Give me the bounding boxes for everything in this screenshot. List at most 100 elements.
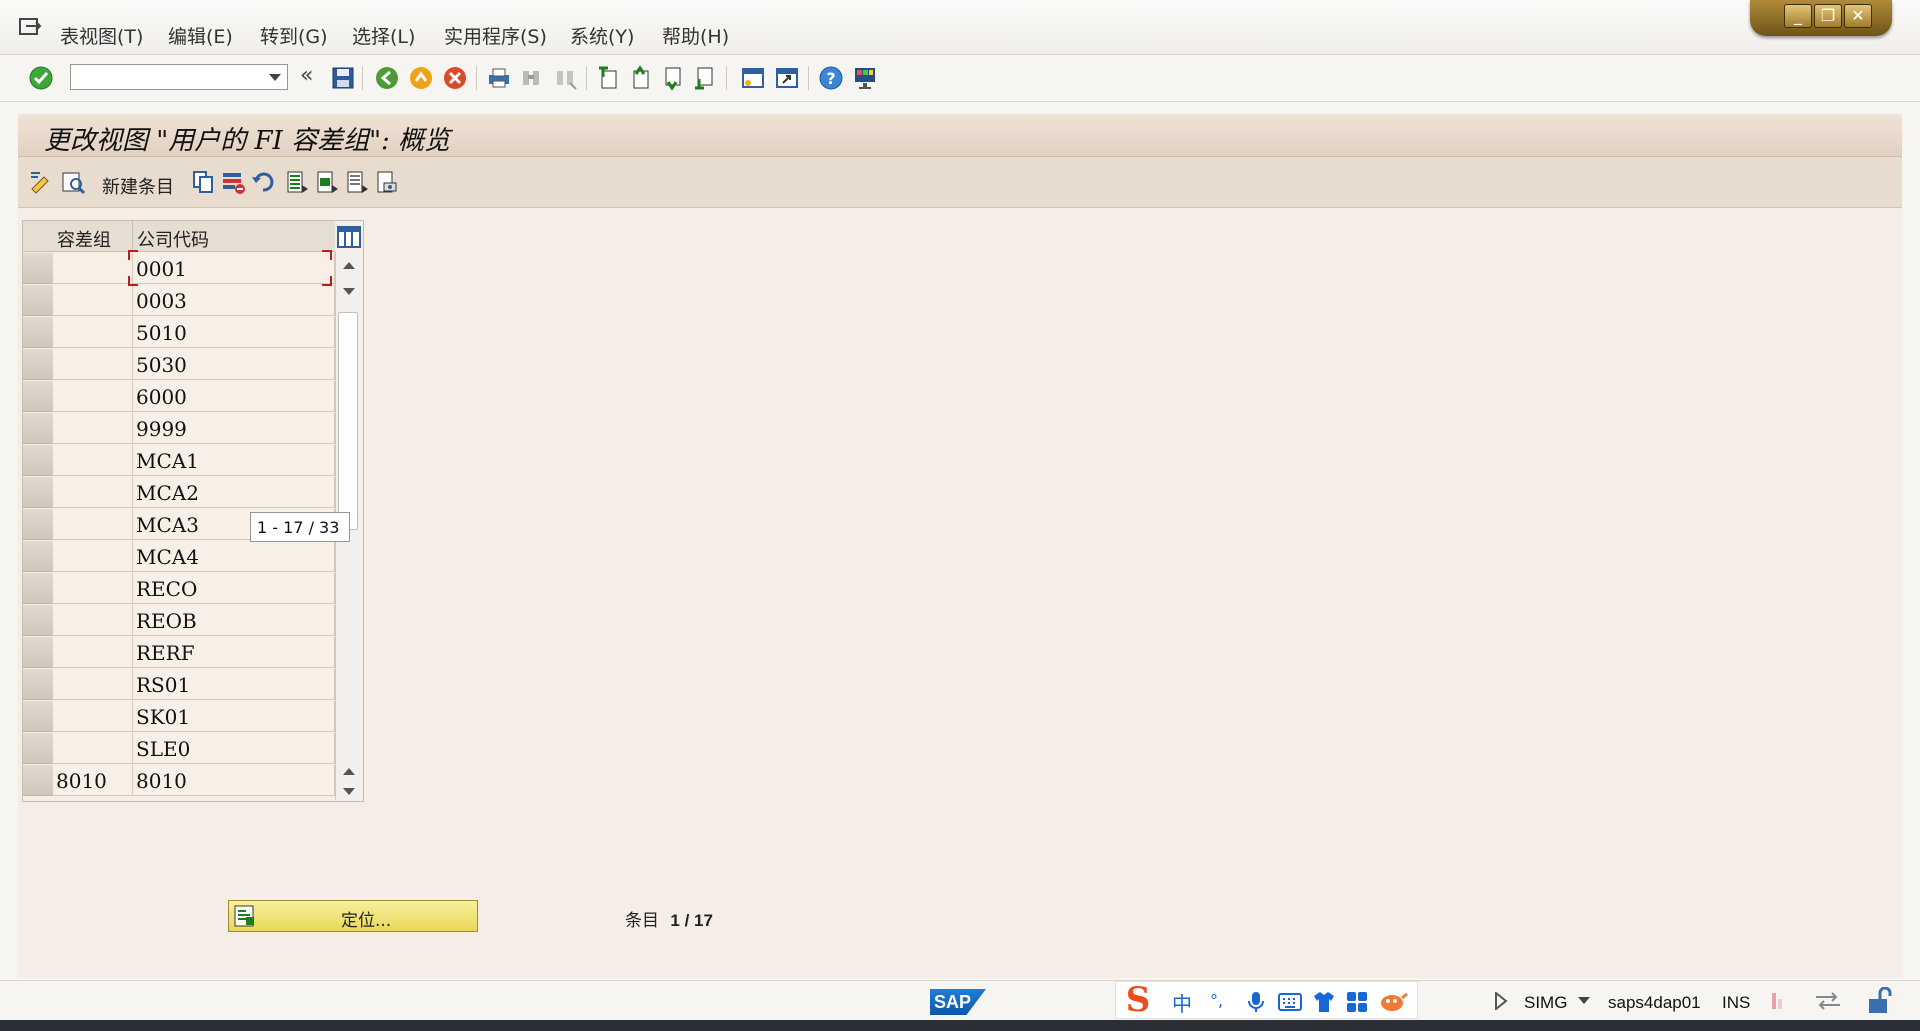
- tolerance-group-cell[interactable]: [53, 541, 133, 572]
- tolerance-group-cell[interactable]: [53, 445, 133, 476]
- ime-language-toggle[interactable]: 中: [1172, 988, 1192, 1017]
- close-button[interactable]: ✕: [1844, 4, 1872, 28]
- locate-button[interactable]: 定位...: [228, 900, 478, 932]
- status-details-icon[interactable]: [1494, 992, 1508, 1010]
- tolerance-group-cell[interactable]: [53, 413, 133, 444]
- tolerance-group-cell[interactable]: [53, 477, 133, 508]
- company-code-cell[interactable]: 0001: [133, 253, 335, 284]
- command-input[interactable]: [75, 66, 259, 90]
- row-selector[interactable]: [23, 413, 53, 444]
- row-selector[interactable]: [23, 445, 53, 476]
- row-selector[interactable]: [23, 701, 53, 732]
- row-selector[interactable]: [23, 349, 53, 380]
- tolerance-group-cell[interactable]: [53, 733, 133, 764]
- mascot-icon[interactable]: [1378, 990, 1408, 1014]
- menu-item-edit[interactable]: 编辑(E): [168, 22, 233, 49]
- row-selector[interactable]: [23, 381, 53, 412]
- company-code-cell[interactable]: MCA2: [133, 477, 335, 508]
- company-code-cell[interactable]: 0003: [133, 285, 335, 316]
- company-code-cell[interactable]: SLE0: [133, 733, 335, 764]
- select-all-icon[interactable]: [284, 169, 310, 195]
- company-code-cell[interactable]: RECO: [133, 573, 335, 604]
- company-code-cell[interactable]: 5010: [133, 317, 335, 348]
- exit-icon[interactable]: [408, 65, 434, 91]
- company-code-cell[interactable]: RERF: [133, 637, 335, 668]
- chevron-down-icon[interactable]: [269, 74, 281, 81]
- tolerance-group-cell[interactable]: [53, 285, 133, 316]
- company-code-cell[interactable]: MCA1: [133, 445, 335, 476]
- menu-item-system[interactable]: 系统(Y): [570, 22, 634, 49]
- display-details-icon[interactable]: [60, 169, 86, 195]
- row-selector-header[interactable]: [23, 221, 53, 252]
- display-change-icon[interactable]: [28, 169, 54, 195]
- menu-item-table-view[interactable]: 表视图(T): [60, 22, 143, 49]
- row-selector[interactable]: [23, 637, 53, 668]
- enter-check-icon[interactable]: [28, 65, 54, 91]
- company-code-cell[interactable]: REOB: [133, 605, 335, 636]
- scroll-up-icon[interactable]: [343, 262, 355, 269]
- ime-punctuation-toggle[interactable]: °,: [1210, 991, 1223, 1010]
- find-icon[interactable]: [518, 65, 544, 91]
- back-icon[interactable]: [374, 65, 400, 91]
- tolerance-group-cell[interactable]: [53, 637, 133, 668]
- new-entries-button[interactable]: 新建条目: [102, 173, 174, 199]
- tolerance-group-cell[interactable]: 8010: [53, 765, 133, 796]
- lock-icon[interactable]: [1866, 987, 1892, 1015]
- cancel-icon[interactable]: [442, 65, 468, 91]
- create-session-icon[interactable]: [740, 65, 766, 91]
- row-selector[interactable]: [23, 765, 53, 796]
- column-header-company-code[interactable]: 公司代码: [133, 221, 335, 252]
- system-dropdown-icon[interactable]: [1578, 997, 1590, 1004]
- company-code-cell[interactable]: 5030: [133, 349, 335, 380]
- tolerance-group-cell[interactable]: [53, 317, 133, 348]
- shortcut-icon[interactable]: [774, 65, 800, 91]
- scroll-down-icon[interactable]: [343, 288, 355, 295]
- tolerance-group-cell[interactable]: [53, 509, 133, 540]
- deselect-all-icon[interactable]: [344, 169, 370, 195]
- company-code-cell[interactable]: 6000: [133, 381, 335, 412]
- row-selector[interactable]: [23, 477, 53, 508]
- row-selector[interactable]: [23, 605, 53, 636]
- undo-change-icon[interactable]: [250, 169, 276, 195]
- row-selector[interactable]: [23, 317, 53, 348]
- company-code-cell[interactable]: MCA4: [133, 541, 335, 572]
- command-field[interactable]: [70, 64, 288, 90]
- tolerance-group-cell[interactable]: [53, 701, 133, 732]
- find-next-icon[interactable]: [552, 65, 578, 91]
- row-selector[interactable]: [23, 669, 53, 700]
- restore-button[interactable]: ❐: [1814, 4, 1842, 28]
- microphone-icon[interactable]: [1246, 991, 1266, 1013]
- tolerance-group-cell[interactable]: [53, 573, 133, 604]
- table-settings-icon[interactable]: [337, 225, 361, 249]
- tolerance-group-cell[interactable]: [53, 381, 133, 412]
- company-code-cell[interactable]: SK01: [133, 701, 335, 732]
- row-selector[interactable]: [23, 509, 53, 540]
- row-selector[interactable]: [23, 541, 53, 572]
- company-code-cell[interactable]: RS01: [133, 669, 335, 700]
- row-selector[interactable]: [23, 573, 53, 604]
- help-icon[interactable]: ?: [818, 65, 844, 91]
- menu-item-help[interactable]: 帮助(H): [662, 22, 729, 49]
- row-selector[interactable]: [23, 733, 53, 764]
- collapse-command-icon[interactable]: «: [300, 63, 313, 88]
- column-header-tolerance-group[interactable]: 容差组: [53, 221, 133, 252]
- menu-toggle-icon[interactable]: [18, 16, 44, 38]
- tolerance-group-cell[interactable]: [53, 253, 133, 284]
- last-page-icon[interactable]: [692, 65, 718, 91]
- copy-as-icon[interactable]: [190, 169, 216, 195]
- tolerance-group-cell[interactable]: [53, 349, 133, 380]
- scroll-page-up-icon[interactable]: [343, 768, 355, 775]
- menu-item-goto[interactable]: 转到(G): [260, 22, 328, 49]
- scroll-thumb[interactable]: [338, 312, 358, 530]
- tolerance-group-cell[interactable]: [53, 669, 133, 700]
- print-field-list-icon[interactable]: [374, 169, 400, 195]
- save-icon[interactable]: [330, 65, 356, 91]
- previous-page-icon[interactable]: [628, 65, 654, 91]
- delete-icon[interactable]: [220, 169, 246, 195]
- row-selector[interactable]: [23, 253, 53, 284]
- menu-item-select[interactable]: 选择(L): [352, 22, 415, 49]
- select-block-icon[interactable]: [314, 169, 340, 195]
- customize-layout-icon[interactable]: [852, 65, 878, 91]
- tolerance-group-cell[interactable]: [53, 605, 133, 636]
- print-icon[interactable]: [486, 65, 512, 91]
